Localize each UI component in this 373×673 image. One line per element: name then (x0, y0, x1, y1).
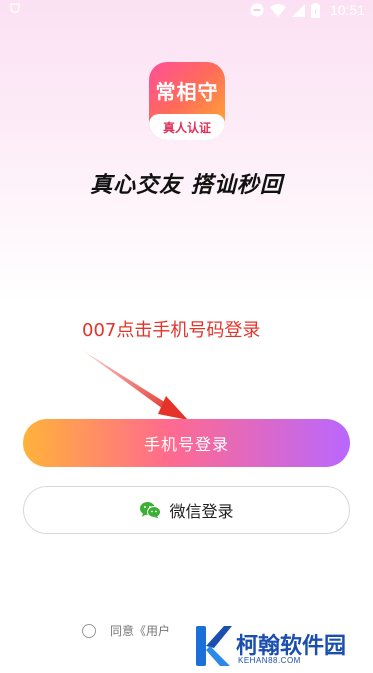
logo-badge: 真人认证 (162, 121, 211, 135)
logo-name: 常相守 (155, 80, 219, 104)
svg-text:!: ! (314, 9, 316, 16)
phone-login-button[interactable]: 手机号登录 (23, 419, 350, 467)
agreement-row: 同意《用户 (82, 622, 170, 639)
wechat-login-label: 微信登录 (169, 504, 234, 521)
wechat-login-button[interactable]: 微信登录 (23, 486, 350, 534)
watermark-logo-icon (196, 626, 232, 666)
battery-icon: ! (310, 2, 320, 18)
status-bar: ! 10:51 (0, 0, 373, 24)
slogan: 真心交友 搭讪秒回 (90, 173, 283, 198)
agreement-text[interactable]: 同意《用户 (110, 622, 170, 639)
agreement-checkbox[interactable] (82, 623, 96, 638)
minus-circle-icon (250, 3, 264, 17)
status-time: 10:51 (329, 2, 365, 18)
signal-icon (291, 3, 305, 17)
shield-icon (10, 3, 20, 13)
annotation-arrow-icon (82, 350, 188, 420)
watermark: 柯翰软件园 KEHAN88.COM (192, 624, 362, 670)
watermark-url: KEHAN88.COM (238, 656, 301, 665)
app-logo: 常相守 真人认证 (149, 62, 225, 140)
annotation-text: 007点击手机号码登录 (82, 320, 261, 341)
status-icons: ! 10:51 (250, 2, 365, 18)
wifi-icon (269, 3, 286, 17)
wechat-icon (140, 502, 162, 519)
phone-login-label: 手机号登录 (143, 437, 229, 454)
